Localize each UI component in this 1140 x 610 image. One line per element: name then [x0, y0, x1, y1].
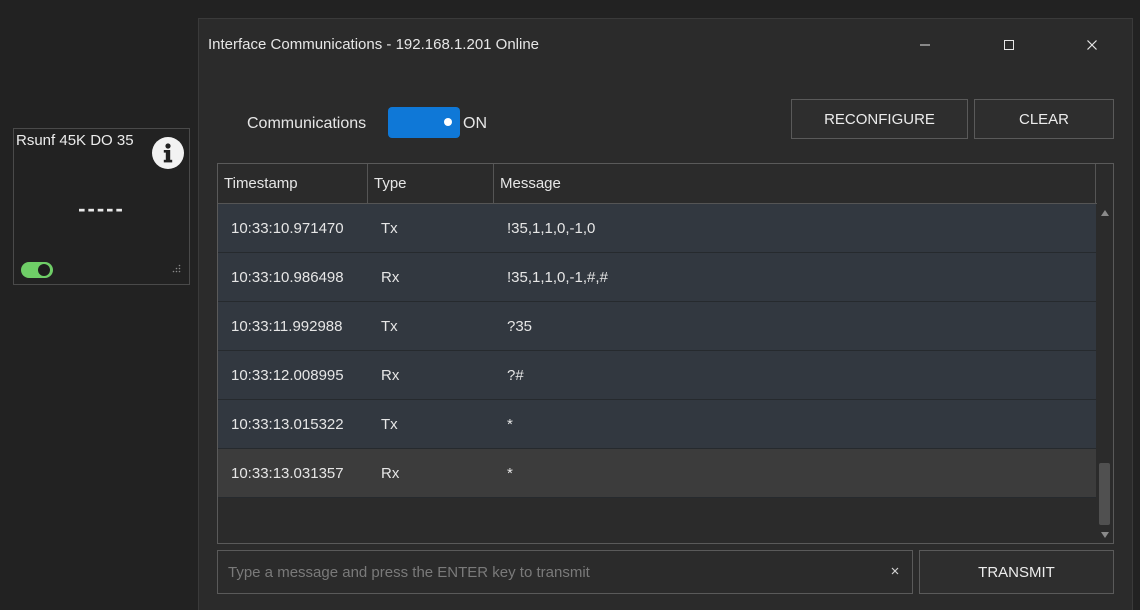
cell-type: Tx	[381, 415, 398, 433]
cell-message: *	[507, 464, 513, 482]
column-header-type[interactable]: Type	[368, 164, 494, 203]
cell-message: !35,1,1,0,-1,0	[507, 219, 596, 237]
minimize-button[interactable]	[902, 29, 948, 61]
column-header-message[interactable]: Message	[494, 164, 1096, 203]
info-icon[interactable]	[152, 137, 184, 169]
table-row[interactable]: 10:33:12.008995 Rx ?#	[218, 351, 1096, 400]
widget-value: -----	[78, 196, 125, 221]
transmit-button[interactable]: TRANSMIT	[919, 550, 1114, 594]
messages-grid: Timestamp Type Message 10:33:10.971470 T…	[217, 163, 1114, 544]
cell-type: Rx	[381, 366, 400, 384]
cell-message: ?35	[507, 317, 533, 335]
scroll-up-icon[interactable]	[1097, 206, 1112, 220]
cell-message: ?#	[507, 366, 524, 384]
cell-timestamp: 10:33:12.008995	[231, 366, 344, 384]
cell-type: Rx	[381, 268, 400, 286]
cell-timestamp: 10:33:10.971470	[231, 219, 344, 237]
communications-label: Communications	[247, 115, 367, 132]
cell-message: !35,1,1,0,-1,#,#	[507, 268, 608, 286]
cell-timestamp: 10:33:13.031357	[231, 464, 344, 482]
widget-enable-toggle[interactable]	[21, 262, 53, 278]
table-row[interactable]: 10:33:10.971470 Tx !35,1,1,0,-1,0	[218, 204, 1096, 253]
toggle-knob	[38, 264, 50, 276]
grid-header: Timestamp Type Message	[218, 164, 1097, 204]
clear-button[interactable]: CLEAR	[974, 99, 1114, 139]
interface-communications-window: Interface Communications - 192.168.1.201…	[198, 18, 1133, 610]
vertical-scrollbar[interactable]	[1097, 204, 1112, 543]
message-input-container	[217, 550, 913, 594]
reconfigure-button[interactable]: RECONFIGURE	[791, 99, 968, 139]
cell-type: Tx	[381, 317, 398, 335]
minimize-icon	[920, 44, 930, 46]
column-header-timestamp[interactable]: Timestamp	[218, 164, 368, 203]
toggle-knob	[444, 118, 452, 126]
maximize-button[interactable]	[986, 29, 1032, 61]
resize-grip-icon[interactable]	[171, 264, 181, 276]
cell-type: Rx	[381, 464, 400, 482]
message-input[interactable]	[218, 551, 878, 593]
scroll-thumb[interactable]	[1099, 463, 1110, 525]
table-row[interactable]: 10:33:10.986498 Rx !35,1,1,0,-1,#,#	[218, 253, 1096, 302]
maximize-icon	[1004, 40, 1014, 50]
table-row[interactable]: 10:33:13.015322 Tx *	[218, 400, 1096, 449]
title-bar[interactable]: Interface Communications - 192.168.1.201…	[199, 19, 1132, 71]
cell-type: Tx	[381, 219, 398, 237]
table-row[interactable]: 10:33:11.992988 Tx ?35	[218, 302, 1096, 351]
table-row-selected[interactable]: 10:33:13.031357 Rx *	[218, 449, 1096, 498]
close-button[interactable]	[1069, 29, 1115, 61]
scroll-down-icon[interactable]	[1097, 528, 1112, 542]
cell-message: *	[507, 415, 513, 433]
cell-timestamp: 10:33:13.015322	[231, 415, 344, 433]
widget-title: Rsunf 45K DO 35	[16, 132, 134, 149]
cell-timestamp: 10:33:10.986498	[231, 268, 344, 286]
device-widget-card[interactable]: Rsunf 45K DO 35 -----	[13, 128, 190, 285]
window-title: Interface Communications - 192.168.1.201…	[208, 36, 540, 53]
communications-toggle[interactable]	[388, 107, 460, 138]
grid-rows: 10:33:10.971470 Tx !35,1,1,0,-1,0 10:33:…	[218, 204, 1096, 498]
communications-state: ON	[463, 115, 487, 132]
clear-input-icon[interactable]	[888, 564, 902, 578]
close-icon	[1087, 40, 1097, 50]
cell-timestamp: 10:33:11.992988	[231, 317, 343, 335]
